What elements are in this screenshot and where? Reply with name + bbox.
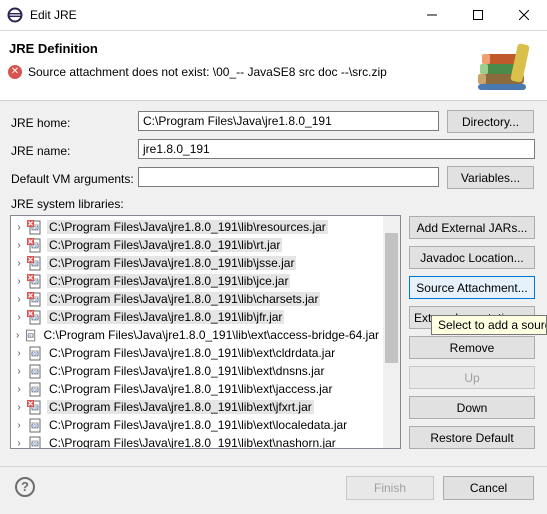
jar-icon: 010 — [29, 346, 41, 360]
list-item[interactable]: › 010 C:\Program Files\Java\jre1.8.0_191\l… — [11, 218, 381, 236]
cancel-button[interactable]: Cancel — [443, 476, 534, 500]
jar-icon: 010 — [29, 436, 41, 448]
chevron-right-icon[interactable]: › — [11, 294, 27, 305]
jar-error-icon: 010 — [27, 273, 41, 288]
list-item[interactable]: › 010 C:\Program Files\Java\jre1.8.0_191\l… — [11, 380, 381, 398]
jar-error-icon: 010 — [27, 219, 41, 234]
list-item[interactable]: › 010 C:\Program Files\Java\jre1.8.0_191\l… — [11, 308, 381, 326]
tooltip: Select to add a source — [431, 315, 547, 335]
list-item[interactable]: › 010 C:\Program Files\Java\jre1.8.0_191\l… — [11, 398, 381, 416]
error-icon: ✕ — [8, 65, 22, 79]
chevron-right-icon[interactable]: › — [11, 258, 27, 269]
chevron-right-icon[interactable]: › — [11, 438, 27, 449]
jre-home-input[interactable]: C:\Program Files\Java\jre1.8.0_191 — [138, 111, 439, 131]
list-item[interactable]: › 010 C:\Program Files\Java\jre1.8.0_191\l… — [11, 272, 381, 290]
variables-button[interactable]: Variables... — [447, 166, 534, 189]
minimize-icon — [427, 14, 437, 16]
jar-icon: 010 — [29, 382, 41, 396]
list-item[interactable]: › 010 C:\Program Files\Java\jre1.8.0_191\l… — [11, 290, 381, 308]
add-external-jars-button[interactable]: Add External JARs... — [409, 216, 535, 239]
window-title: Edit JRE — [30, 8, 77, 22]
books-icon — [478, 43, 530, 90]
library-path: C:\Program Files\Java\jre1.8.0_191\lib\r… — [47, 220, 328, 234]
vm-args-input[interactable] — [138, 167, 439, 187]
list-item[interactable]: › 010 C:\Program Files\Java\jre1.8.0_191\l… — [11, 434, 381, 449]
library-path: C:\Program Files\Java\jre1.8.0_191\lib\r… — [47, 238, 283, 252]
libraries-label: JRE system libraries: — [11, 197, 124, 211]
svg-text:010: 010 — [31, 441, 39, 446]
list-item[interactable]: › 010 C:\Program Files\Java\jre1.8.0_191\l… — [11, 326, 381, 344]
maximize-icon — [473, 10, 483, 20]
jar-error-icon: 010 — [27, 291, 41, 306]
list-item[interactable]: › 010 C:\Program Files\Java\jre1.8.0_191\l… — [11, 236, 381, 254]
list-item[interactable]: › 010 C:\Program Files\Java\jre1.8.0_191\l… — [11, 416, 381, 434]
svg-text:010: 010 — [31, 369, 39, 374]
jar-icon: 010 — [29, 364, 41, 378]
svg-text:010: 010 — [28, 333, 34, 337]
library-path: C:\Program Files\Java\jre1.8.0_191\lib\c… — [47, 292, 321, 306]
close-icon — [519, 10, 529, 20]
chevron-right-icon[interactable]: › — [11, 312, 27, 323]
jar-icon: 010 — [26, 329, 36, 341]
dialog-heading: JRE Definition — [9, 41, 98, 56]
library-path: C:\Program Files\Java\jre1.8.0_191\lib\e… — [49, 364, 325, 378]
maximize-button[interactable] — [455, 0, 501, 30]
chevron-right-icon[interactable]: › — [11, 276, 27, 287]
chevron-right-icon[interactable]: › — [11, 366, 27, 377]
library-path: C:\Program Files\Java\jre1.8.0_191\lib\j… — [47, 274, 291, 288]
jre-name-input[interactable]: jre1.8.0_191 — [138, 139, 535, 159]
jar-error-icon: 010 — [27, 255, 41, 270]
library-path: C:\Program Files\Java\jre1.8.0_191\lib\j… — [47, 256, 297, 270]
chevron-right-icon[interactable]: › — [11, 222, 27, 233]
source-attachment-button[interactable]: Source Attachment... — [409, 276, 535, 299]
javadoc-location-button[interactable]: Javadoc Location... — [409, 246, 535, 269]
libraries-list[interactable]: › 010 C:\Program Files\Java\jre1.8.0_191\l… — [10, 215, 401, 449]
library-path: C:\Program Files\Java\jre1.8.0_191\lib\j… — [47, 310, 285, 324]
chevron-right-icon[interactable]: › — [11, 330, 24, 341]
up-button[interactable]: Up — [409, 366, 535, 389]
library-path: C:\Program Files\Java\jre1.8.0_191\lib\e… — [49, 382, 333, 396]
library-path: C:\Program Files\Java\jre1.8.0_191\lib\e… — [43, 328, 379, 342]
scrollbar-thumb[interactable] — [385, 233, 398, 363]
svg-text:010: 010 — [31, 351, 39, 356]
library-path: C:\Program Files\Java\jre1.8.0_191\lib\e… — [47, 400, 314, 414]
help-icon[interactable]: ? — [15, 477, 35, 497]
list-item[interactable]: › 010 C:\Program Files\Java\jre1.8.0_191\l… — [11, 254, 381, 272]
jar-error-icon: 010 — [27, 399, 41, 414]
chevron-right-icon[interactable]: › — [11, 240, 27, 251]
jar-icon: 010 — [29, 418, 41, 432]
error-message: Source attachment does not exist: \00_--… — [28, 65, 387, 79]
footer-separator — [0, 466, 547, 467]
library-path: C:\Program Files\Java\jre1.8.0_191\lib\e… — [49, 346, 336, 360]
close-button[interactable] — [501, 0, 547, 30]
chevron-right-icon[interactable]: › — [11, 402, 27, 413]
list-item[interactable]: › 010 C:\Program Files\Java\jre1.8.0_191\l… — [11, 344, 381, 362]
svg-text:010: 010 — [31, 423, 39, 428]
down-button[interactable]: Down — [409, 396, 535, 419]
svg-text:010: 010 — [31, 387, 39, 392]
restore-default-button[interactable]: Restore Default — [409, 426, 535, 449]
chevron-right-icon[interactable]: › — [11, 420, 27, 431]
finish-button[interactable]: Finish — [346, 476, 434, 500]
directory-button[interactable]: Directory... — [447, 110, 534, 133]
minimize-button[interactable] — [409, 0, 455, 30]
vm-args-label: Default VM arguments: — [11, 172, 134, 186]
jar-error-icon: 010 — [27, 309, 41, 324]
jar-error-icon: 010 — [27, 237, 41, 252]
library-path: C:\Program Files\Java\jre1.8.0_191\lib\e… — [49, 418, 348, 432]
library-path: C:\Program Files\Java\jre1.8.0_191\lib\e… — [49, 436, 336, 449]
chevron-right-icon[interactable]: › — [11, 348, 27, 359]
jre-name-label: JRE name: — [11, 144, 71, 158]
chevron-right-icon[interactable]: › — [11, 384, 27, 395]
eclipse-icon — [7, 7, 23, 23]
jre-home-label: JRE home: — [11, 116, 71, 130]
remove-button[interactable]: Remove — [409, 336, 535, 359]
list-item[interactable]: › 010 C:\Program Files\Java\jre1.8.0_191\l… — [11, 362, 381, 380]
